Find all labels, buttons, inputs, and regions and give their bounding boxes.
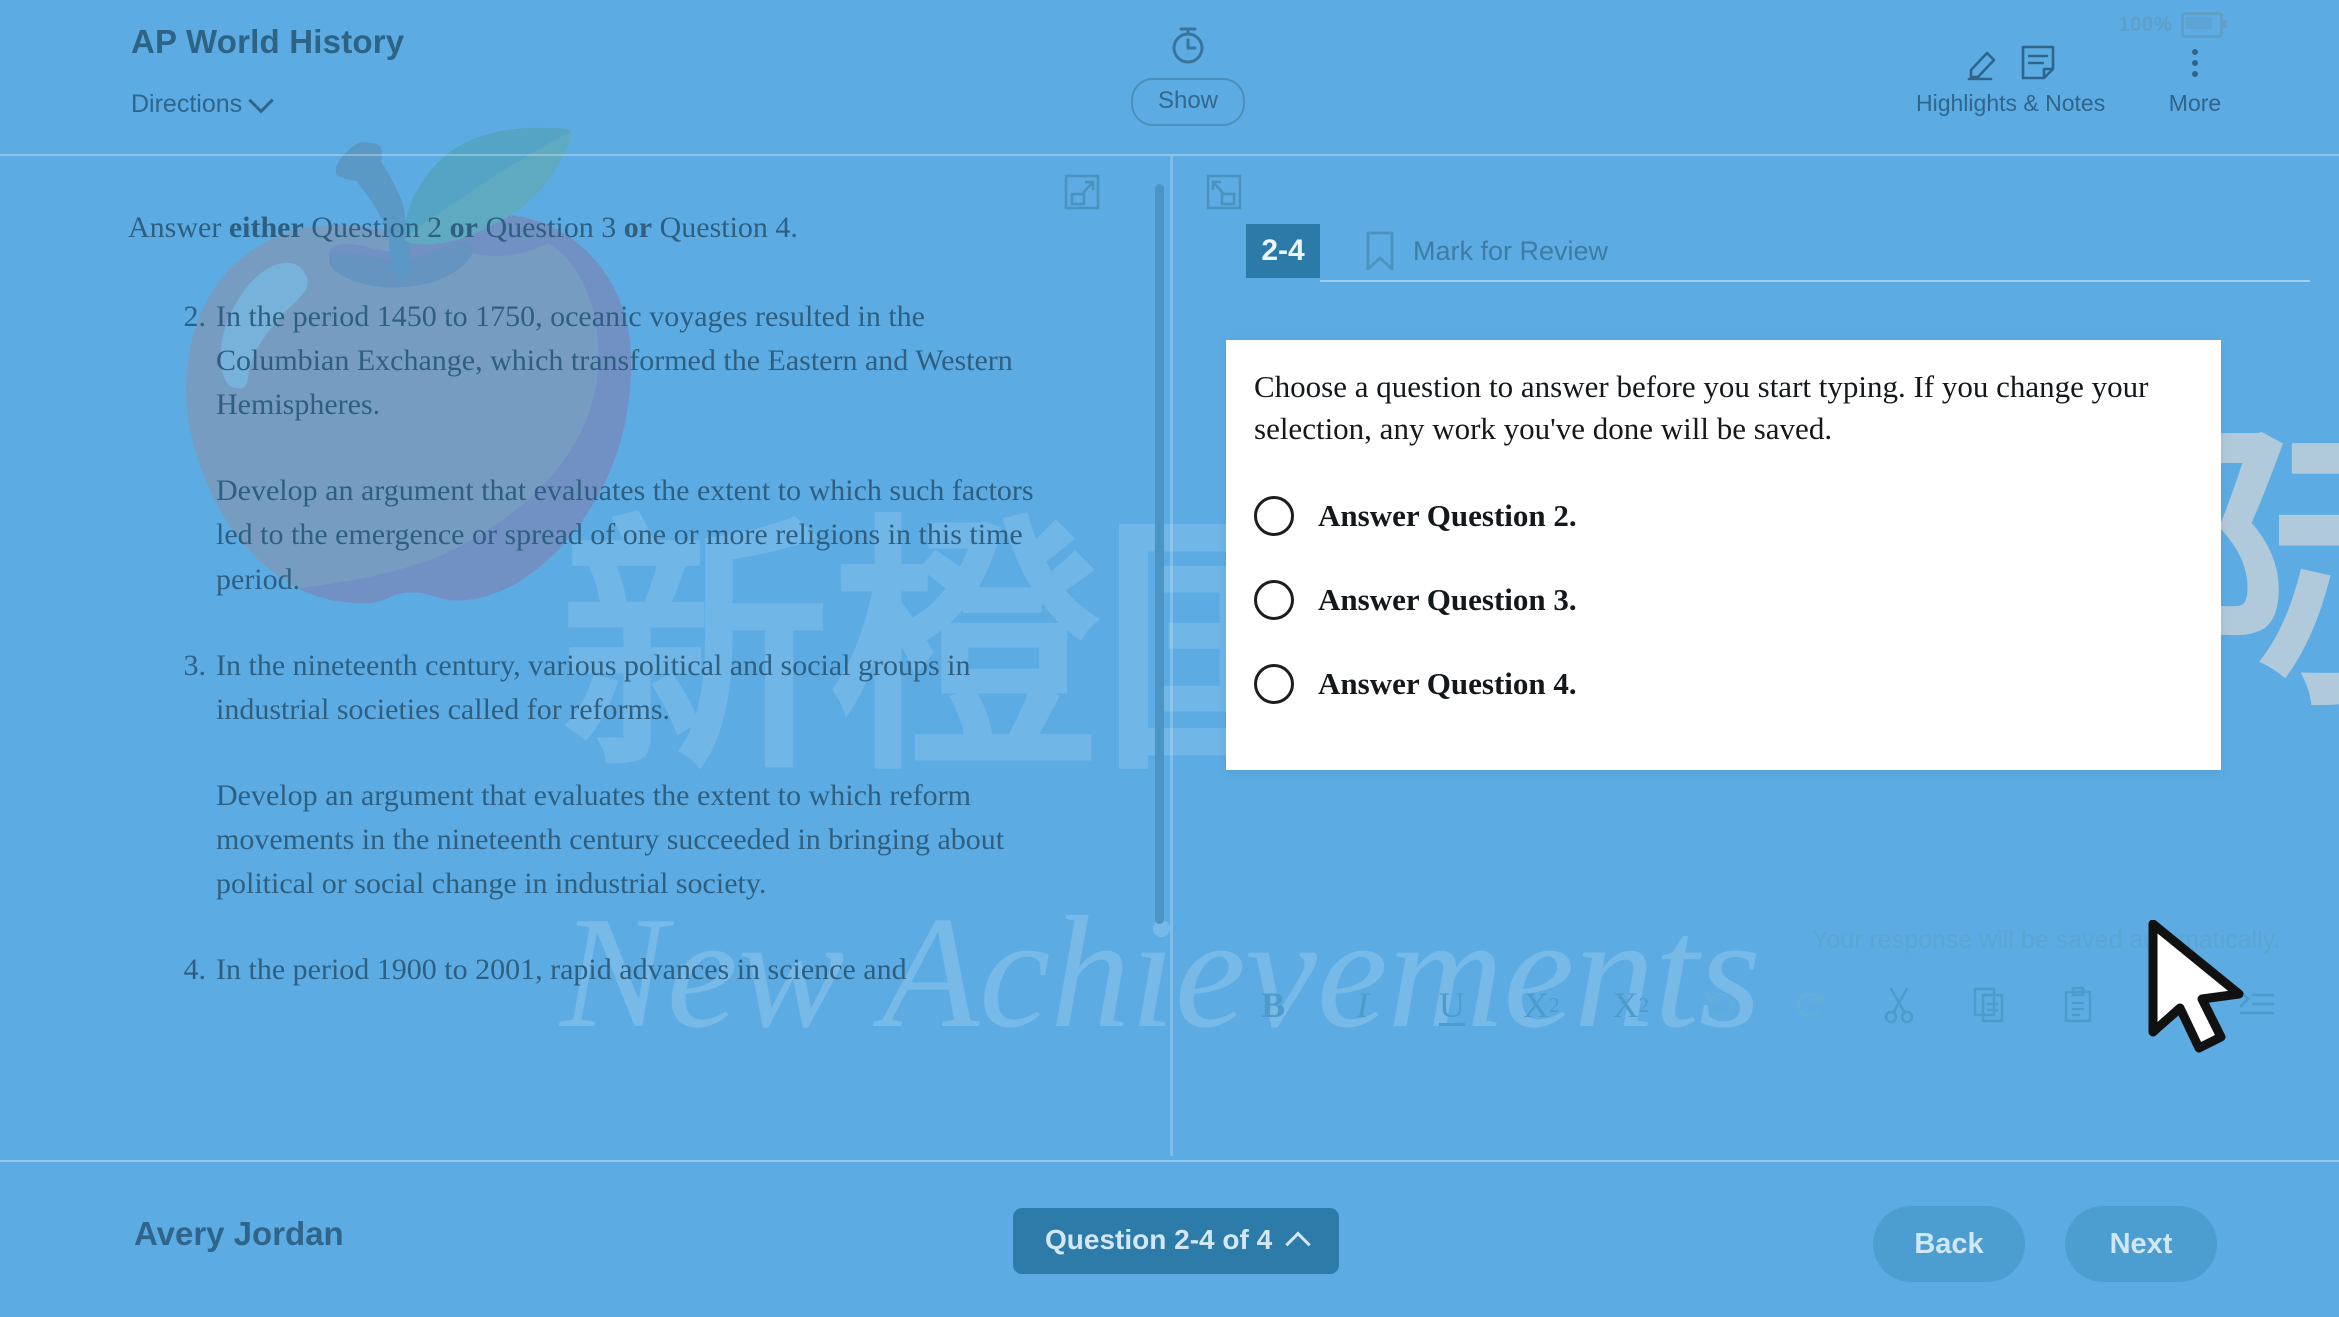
option-answer-question-3[interactable]: Answer Question 3. bbox=[1254, 579, 2187, 620]
indent-icon[interactable] bbox=[2234, 982, 2280, 1028]
radio-button-icon[interactable] bbox=[1254, 663, 1294, 704]
navigation-buttons: Back Next bbox=[1873, 1206, 2217, 1282]
option-answer-question-4[interactable]: Answer Question 4. bbox=[1254, 663, 2187, 704]
radio-button-icon[interactable] bbox=[1254, 495, 1294, 536]
subscript-icon[interactable]: X2 bbox=[1608, 982, 1654, 1028]
timer-control: Show bbox=[1108, 20, 1268, 126]
pane-splitter[interactable] bbox=[1146, 156, 1173, 1156]
option-label: Answer Question 4. bbox=[1318, 665, 1577, 701]
question-stem: In the nineteenth century, various polit… bbox=[216, 648, 971, 726]
lead-or1: or bbox=[449, 211, 478, 244]
mark-for-review-button[interactable]: Mark for Review bbox=[1364, 230, 1608, 272]
question-number: 3. bbox=[183, 648, 207, 682]
more-label: More bbox=[2168, 90, 2222, 116]
chevron-down-icon bbox=[248, 87, 274, 113]
question-number: 2. bbox=[183, 300, 207, 334]
kebab-menu-icon bbox=[2150, 44, 2240, 82]
back-button[interactable]: Back bbox=[1873, 1206, 2025, 1282]
superscript-icon[interactable]: X2 bbox=[1518, 982, 1564, 1028]
directions-dropdown[interactable]: Directions bbox=[131, 87, 274, 119]
lead-either: either bbox=[228, 211, 304, 244]
passage-question-3: 3. In the nineteenth century, various po… bbox=[128, 644, 1058, 906]
underline-icon[interactable]: U bbox=[1429, 982, 1475, 1028]
choose-question-modal: Choose a question to answer before you s… bbox=[1226, 340, 2221, 770]
redo-icon[interactable] bbox=[1787, 982, 1833, 1028]
lead-end: Question 4. bbox=[652, 211, 798, 244]
question-header-underline bbox=[1320, 280, 2310, 282]
more-menu-button[interactable]: More bbox=[2150, 44, 2240, 117]
question-number: 4. bbox=[183, 953, 207, 987]
next-button[interactable]: Next bbox=[2065, 1206, 2217, 1282]
modal-message: Choose a question to answer before you s… bbox=[1254, 369, 2149, 446]
question-header: 2-4 Mark for Review bbox=[1246, 224, 2306, 278]
option-label: Answer Question 2. bbox=[1318, 497, 1577, 533]
paste-icon[interactable] bbox=[2055, 982, 2101, 1028]
app-footer: Avery Jordan Question 2-4 of 4 Back Next bbox=[0, 1160, 2339, 1317]
student-name: Avery Jordan bbox=[134, 1215, 344, 1252]
mark-for-review-label: Mark for Review bbox=[1413, 235, 1609, 266]
autosave-note: Your response will be saved automaticall… bbox=[1812, 926, 2281, 954]
bookmark-icon bbox=[1366, 231, 1394, 271]
test-delivery-screen: 🍎 新橙国际 新橙国际 New Achievements AP World Hi… bbox=[0, 0, 2339, 1317]
battery-indicator: 100% bbox=[2118, 12, 2227, 38]
special-character-icon[interactable]: Ω bbox=[2145, 982, 2191, 1028]
passage-lead: Answer either Question 2 or Question 3 o… bbox=[128, 206, 1058, 250]
question-navigator-label: Question 2-4 of 4 bbox=[1045, 1224, 1273, 1255]
question-stem: In the period 1450 to 1750, oceanic voya… bbox=[216, 300, 1013, 422]
highlights-notes-button[interactable]: Highlights & Notes bbox=[1916, 44, 2105, 117]
option-answer-question-2[interactable]: Answer Question 2. bbox=[1254, 495, 2187, 536]
lead-mid2: Question 3 bbox=[477, 211, 624, 244]
question-prompt: Develop an argument that evaluates the e… bbox=[216, 474, 1034, 596]
battery-percent-label: 100% bbox=[2118, 13, 2172, 36]
rich-text-toolbar: B I U X2 X2 Ω bbox=[1250, 982, 2280, 1028]
lead-mid1: Question 2 bbox=[303, 211, 450, 244]
expand-right-pane-icon[interactable] bbox=[1204, 172, 1244, 212]
passage-question-4: 4. In the period 1900 to 2001, rapid adv… bbox=[128, 948, 1058, 992]
question-number-badge: 2-4 bbox=[1246, 224, 1320, 278]
italic-icon[interactable]: I bbox=[1339, 982, 1385, 1028]
passage-question-2: 2. In the period 1450 to 1750, oceanic v… bbox=[128, 295, 1058, 602]
passage-pane: Answer either Question 2 or Question 3 o… bbox=[0, 156, 1160, 1156]
undo-icon[interactable] bbox=[1697, 982, 1743, 1028]
header-divider bbox=[0, 154, 2339, 156]
bold-icon[interactable]: B bbox=[1250, 982, 1296, 1028]
lead-or2: or bbox=[623, 211, 653, 244]
question-stem: In the period 1900 to 2001, rapid advanc… bbox=[216, 953, 907, 987]
stopwatch-icon bbox=[1172, 27, 1204, 64]
chevron-up-icon bbox=[1285, 1231, 1311, 1257]
notes-icon bbox=[2021, 45, 2054, 80]
splitter-handle[interactable] bbox=[1155, 184, 1164, 924]
battery-icon bbox=[2181, 12, 2227, 38]
highlighter-icon bbox=[1967, 51, 1995, 81]
page-title: AP World History bbox=[131, 23, 405, 60]
highlights-notes-label: Highlights & Notes bbox=[1916, 90, 2106, 116]
expand-left-pane-icon[interactable] bbox=[1062, 172, 1102, 212]
cut-icon[interactable] bbox=[1876, 982, 1922, 1028]
radio-button-icon[interactable] bbox=[1254, 579, 1294, 620]
directions-label: Directions bbox=[131, 90, 243, 118]
lead-prefix: Answer bbox=[128, 211, 229, 244]
question-navigator-button[interactable]: Question 2-4 of 4 bbox=[1013, 1208, 1340, 1274]
app-header: AP World History Directions Show 100% Hi… bbox=[0, 0, 2339, 156]
show-timer-button[interactable]: Show bbox=[1130, 78, 1246, 126]
copy-icon[interactable] bbox=[1966, 982, 2012, 1028]
option-label: Answer Question 3. bbox=[1318, 581, 1577, 617]
question-prompt: Develop an argument that evaluates the e… bbox=[216, 778, 1005, 901]
passage-text: Answer either Question 2 or Question 3 o… bbox=[128, 206, 1058, 992]
footer-divider bbox=[0, 1160, 2339, 1162]
